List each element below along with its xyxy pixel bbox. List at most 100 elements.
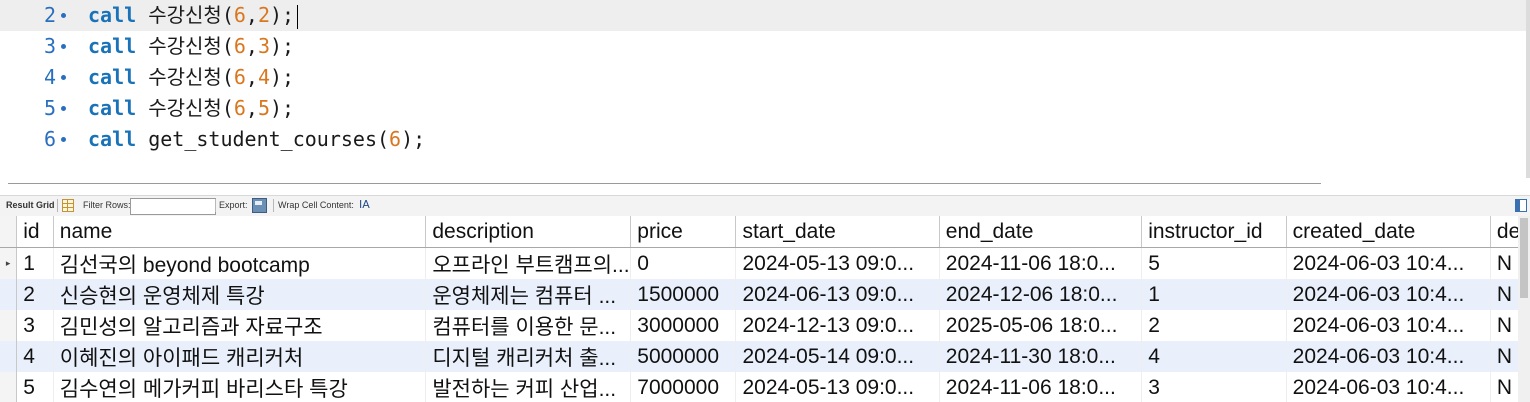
table-cell-price[interactable]: 7000000 [630,372,737,402]
row-marker[interactable]: ▸ [0,247,18,279]
column-header-price[interactable]: price [630,216,737,248]
argument-literal: 6 [389,127,402,151]
row-marker[interactable] [0,310,18,341]
table-cell-description[interactable]: 발전하는 커피 산업... [425,372,632,402]
row-marker[interactable] [0,372,18,402]
table-cell-id[interactable]: 4 [16,341,54,372]
statement-marker-icon [61,137,66,142]
table-cell-end_date[interactable]: 2024-12-06 18:0... [939,279,1143,310]
row-marker[interactable] [0,279,18,310]
procedure-name: 수강신청 [148,34,222,58]
column-header-name[interactable]: name [53,216,427,248]
table-cell-price[interactable]: 0 [630,247,737,279]
code-text: call 수강신청(6,3); [88,34,295,58]
table-row[interactable]: ▸ 1 김선국의 beyond bootcamp 오프라인 부트캠프의... 0 2024… [0,247,1530,279]
table-cell-name[interactable]: 이혜진의 아이패드 캐리커처 [53,341,427,372]
scrollbar-thumb[interactable] [1520,218,1528,298]
toolbar-divider [215,199,216,212]
argument-literal: 6 [233,3,246,27]
wrap-cell-content-label: Wrap Cell Content: [278,200,354,210]
sql-keyword: call [88,96,137,120]
table-row[interactable]: 3 김민성의 알고리즘과 자료구조 컴퓨터를 이용한 문... 3000000 2024… [0,310,1530,341]
column-header-id[interactable]: id [16,216,54,248]
statement-marker-icon [61,106,66,111]
row-marker[interactable] [0,341,18,372]
table-cell-price[interactable]: 1500000 [630,279,737,310]
table-row[interactable]: 4 이혜진의 아이패드 캐리커처 디지털 캐리커처 출... 5000000 2024-… [0,341,1530,372]
table-cell-name[interactable]: 신승현의 운영체제 특강 [53,279,427,310]
line-number: 5 [43,96,56,120]
code-text: call 수강신청(6,4); [88,65,295,89]
code-line[interactable]: 3 call 수강신청(6,3); [0,31,1530,62]
table-cell-end_date[interactable]: 2024-11-06 18:0... [939,372,1143,402]
filter-rows-input[interactable] [130,198,216,215]
column-header-start_date[interactable]: start_date [735,216,940,248]
code-text: call 수강신청(6,2); [88,0,299,31]
line-number: 2 [43,3,56,27]
result-toolbar: Result Grid Filter Rows: Export: Wrap Ce… [0,195,1530,217]
sql-keyword: call [88,34,137,58]
grid-vertical-scrollbar[interactable] [1518,216,1530,402]
editor-scrollbar[interactable] [1526,0,1530,178]
statement-marker-icon [61,13,66,18]
column-header-description[interactable]: description [425,216,632,248]
result-grid: id name description price start_date end_date… [0,216,1530,402]
table-cell-id[interactable]: 2 [16,279,54,310]
panel-splitter[interactable] [8,183,1321,184]
table-cell-description[interactable]: 컴퓨터를 이용한 문... [425,310,632,341]
table-cell-created_date[interactable]: 2024-06-03 10:4... [1286,372,1491,402]
result-table: id name description price start_date end_date… [0,216,1530,402]
table-cell-end_date[interactable]: 2024-11-06 18:0... [939,247,1143,279]
table-cell-price[interactable]: 3000000 [630,310,737,341]
code-text: call get_student_courses(6); [88,127,426,151]
table-cell-start_date[interactable]: 2024-06-13 09:0... [735,279,940,310]
code-line[interactable]: 6 call get_student_courses(6); [0,124,1530,155]
line-number: 3 [43,34,56,58]
table-cell-instructor_id[interactable]: 4 [1141,341,1287,372]
code-line[interactable]: 2 call 수강신청(6,2); [0,0,1530,31]
column-header-instructor_id[interactable]: instructor_id [1141,216,1287,248]
export-icon[interactable] [252,198,267,213]
table-cell-instructor_id[interactable]: 5 [1141,247,1287,279]
table-cell-id[interactable]: 1 [16,247,54,279]
table-cell-end_date[interactable]: 2024-11-30 18:0... [939,341,1143,372]
table-cell-id[interactable]: 3 [16,310,54,341]
table-cell-created_date[interactable]: 2024-06-03 10:4... [1286,310,1491,341]
table-cell-end_date[interactable]: 2025-05-06 18:0... [939,310,1143,341]
column-header-created_date[interactable]: created_date [1286,216,1491,248]
table-cell-instructor_id[interactable]: 3 [1141,372,1287,402]
table-cell-start_date[interactable]: 2024-05-14 09:0... [735,341,940,372]
table-cell-description[interactable]: 디지털 캐리커처 출... [425,341,632,372]
table-row[interactable]: 5 김수연의 메가커피 바리스타 특강 발전하는 커피 산업... 7000000 20… [0,372,1530,402]
table-cell-start_date[interactable]: 2024-05-13 09:0... [735,372,940,402]
table-cell-id[interactable]: 5 [16,372,54,402]
argument-literal: 2 [257,3,271,27]
export-label: Export: [219,200,248,210]
column-header-end_date[interactable]: end_date [939,216,1143,248]
table-cell-price[interactable]: 5000000 [630,341,737,372]
sql-editor[interactable]: 2 call 수강신청(6,2); 3 call 수강신청(6,3); 4 call 수강… [0,0,1530,178]
table-cell-instructor_id[interactable]: 2 [1141,310,1287,341]
table-cell-description[interactable]: 오프라인 부트캠프의... [425,247,632,279]
code-line[interactable]: 5 call 수강신청(6,5); [0,93,1530,124]
sql-keyword: call [88,127,137,151]
table-cell-created_date[interactable]: 2024-06-03 10:4... [1286,341,1491,372]
code-line[interactable]: 4 call 수강신청(6,4); [0,62,1530,93]
row-marker-header [0,216,18,248]
result-grid-tab[interactable]: Result Grid [6,200,55,210]
table-cell-name[interactable]: 김수연의 메가커피 바리스타 특강 [53,372,427,402]
table-cell-start_date[interactable]: 2024-12-13 09:0... [735,310,940,341]
table-cell-instructor_id[interactable]: 1 [1141,279,1287,310]
procedure-name: 수강신청 [148,96,222,120]
table-cell-created_date[interactable]: 2024-06-03 10:4... [1286,247,1491,279]
grid-icon[interactable] [62,199,74,212]
table-cell-description[interactable]: 운영체제는 컴퓨터 ... [425,279,632,310]
toolbar-divider [57,199,58,212]
table-cell-start_date[interactable]: 2024-05-13 09:0... [735,247,940,279]
table-cell-created_date[interactable]: 2024-06-03 10:4... [1286,279,1491,310]
wrap-cell-icon[interactable]: IA [359,198,370,211]
table-cell-name[interactable]: 김선국의 beyond bootcamp [53,247,427,279]
side-panel-icon[interactable] [1515,199,1527,212]
table-row[interactable]: 2 신승현의 운영체제 특강 운영체제는 컴퓨터 ... 1500000 2024-06… [0,279,1530,310]
table-cell-name[interactable]: 김민성의 알고리즘과 자료구조 [53,310,427,341]
